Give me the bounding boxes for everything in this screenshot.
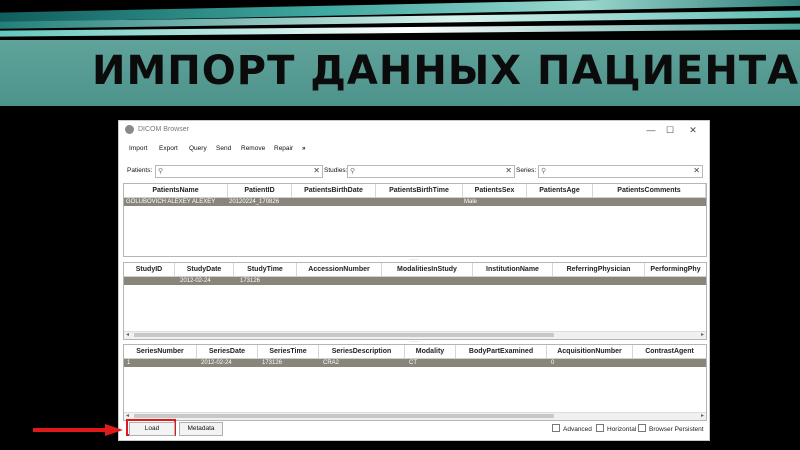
column-header[interactable]: PatientsSex [463,184,527,197]
cell-patient-name: GOLUBOVICH ALEXEY ALEXEY [126,199,216,205]
cell-patient-id: 20120224_170826 [229,199,280,205]
app-icon [125,125,134,134]
column-header[interactable]: PatientsBirthTime [376,184,463,197]
column-header[interactable]: AccessionNumber [297,263,382,276]
cell-series-date: 2012-02-24 [201,360,232,366]
patients-filter-input[interactable]: ⚲ ✕ [155,165,323,178]
menu-overflow[interactable]: » [302,145,306,152]
column-header[interactable]: Modality [405,345,456,358]
scroll-thumb[interactable] [134,333,554,337]
series-table: SeriesNumber SeriesDate SeriesTime Serie… [123,344,707,421]
series-filter-label: Series: [516,167,537,174]
horizontal-scrollbar[interactable]: ◂ ▸ [124,331,706,339]
cell-series-time: 173126 [262,360,283,366]
scroll-left-icon[interactable]: ◂ [126,331,129,338]
decorative-top-stripes [0,0,800,40]
table-header: PatientsName PatientID PatientsBirthDate… [124,184,706,198]
column-header[interactable]: PerformingPhy [645,263,706,276]
metadata-button[interactable]: Metadata [179,422,223,436]
dicom-browser-window: DICOM Browser — ☐ ✕ Import Export Query … [118,120,710,441]
table-header: SeriesNumber SeriesDate SeriesTime Serie… [124,345,706,359]
maximize-icon[interactable]: ☐ [659,123,681,137]
table-row[interactable]: GOLUBOVICH ALEXEY ALEXEY 20120224_170826… [124,198,706,206]
column-header[interactable]: SeriesDate [197,345,258,358]
menu-repair[interactable]: Repair [274,145,293,152]
slide-title: ИМПОРТ ДАННЫХ ПАЦИЕНТА [92,48,800,94]
menu-import[interactable]: Import [129,145,147,152]
column-header[interactable]: ContrastAgent [633,345,706,358]
column-header[interactable]: ModalitiesInStudy [382,263,473,276]
patients-table: PatientsName PatientID PatientsBirthDate… [123,183,707,257]
table-row[interactable]: 1 2012-02-24 173126 CRA2 CT 0 [124,359,706,367]
column-header[interactable]: AcquisitionNumber [547,345,633,358]
cell-study-time: 173126 [240,278,261,284]
filter-row: Patients: ⚲ ✕ Studies: ⚲ ✕ Series: ⚲ ✕ [119,164,709,178]
column-header[interactable]: StudyDate [175,263,234,276]
studies-filter-input[interactable]: ⚲ ✕ [347,165,515,178]
magnifier-icon: ⚲ [158,168,164,175]
red-arrow-icon [33,424,123,436]
magnifier-icon: ⚲ [350,168,356,175]
column-header[interactable]: StudyID [124,263,175,276]
column-header[interactable]: PatientID [228,184,292,197]
clear-icon[interactable]: ✕ [505,166,512,176]
clear-icon[interactable]: ✕ [313,166,320,176]
browser-persistent-checkbox[interactable]: Browser Persistent [638,424,704,433]
column-header[interactable]: PatientsBirthDate [292,184,376,197]
cell-modality: CT [409,360,417,366]
studies-table: StudyID StudyDate StudyTime AccessionNum… [123,262,707,340]
column-header[interactable]: BodyPartExamined [456,345,547,358]
column-header[interactable]: SeriesTime [258,345,319,358]
menu-export[interactable]: Export [159,145,178,152]
close-icon[interactable]: ✕ [682,123,704,137]
menu-send[interactable]: Send [216,145,231,152]
bottom-bar: Load Metadata Advanced Horizontal Browse… [119,419,709,437]
horizontal-scrollbar[interactable]: ◂ ▸ [124,412,706,420]
column-header[interactable]: PatientsName [124,184,228,197]
patients-filter-label: Patients: [127,167,153,174]
menu-remove[interactable]: Remove [241,145,265,152]
scroll-right-icon[interactable]: ▸ [701,331,704,338]
advanced-checkbox[interactable]: Advanced [552,424,592,433]
cell-acquisition-number: 0 [551,360,555,366]
table-row[interactable]: 2012-02-24 173126 [124,277,706,285]
cell-series-description: CRA2 [323,360,340,366]
column-header[interactable]: PatientsComments [593,184,706,197]
magnifier-icon: ⚲ [541,168,547,175]
table-header: StudyID StudyDate StudyTime AccessionNum… [124,263,706,277]
cell-series-number: 1 [127,360,131,366]
column-header[interactable]: SeriesDescription [319,345,405,358]
window-title: DICOM Browser [138,126,189,133]
clear-icon[interactable]: ✕ [693,166,700,176]
column-header[interactable]: StudyTime [234,263,297,276]
studies-filter-label: Studies: [324,167,348,174]
cell-patient-sex: Male [464,199,478,205]
scroll-left-icon[interactable]: ◂ [126,412,129,419]
horizontal-checkbox[interactable]: Horizontal [596,424,636,433]
load-button[interactable]: Load [129,422,175,436]
series-filter-input[interactable]: ⚲ ✕ [538,165,703,178]
column-header[interactable]: PatientsAge [527,184,593,197]
menu-query[interactable]: Query [189,145,207,152]
window-titlebar: DICOM Browser — ☐ ✕ [119,121,709,139]
column-header[interactable]: InstitutionName [473,263,553,276]
scroll-thumb[interactable] [134,414,554,418]
cell-study-date: 2012-02-24 [180,278,211,284]
slide-title-band: ИМПОРТ ДАННЫХ ПАЦИЕНТА [0,40,800,106]
scroll-right-icon[interactable]: ▸ [701,412,704,419]
column-header[interactable]: ReferringPhysician [553,263,645,276]
column-header[interactable]: SeriesNumber [124,345,197,358]
